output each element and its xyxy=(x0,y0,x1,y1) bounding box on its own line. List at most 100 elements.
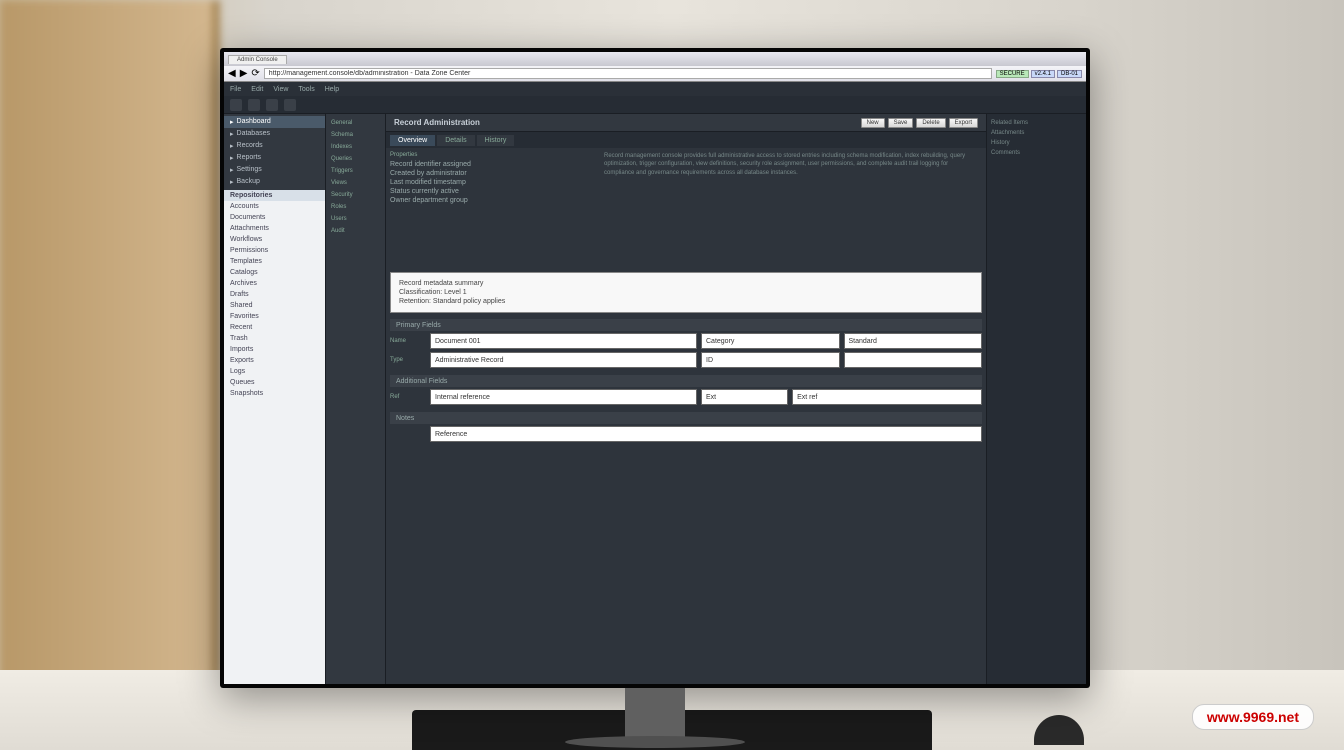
list-item[interactable]: Favorites xyxy=(224,311,325,322)
tab-overview[interactable]: Overview xyxy=(390,135,435,146)
save-button[interactable]: Save xyxy=(888,118,914,128)
app-toolbar xyxy=(224,96,1086,114)
sp-item[interactable]: Views xyxy=(328,178,383,188)
field-input[interactable]: Administrative Record xyxy=(430,352,697,368)
back-icon[interactable]: ◀ xyxy=(228,68,236,79)
list-item[interactable]: Documents xyxy=(224,212,325,223)
list-item[interactable]: Snapshots xyxy=(224,388,325,399)
field-input[interactable]: ID xyxy=(701,352,840,368)
sp-item[interactable]: Security xyxy=(328,190,383,200)
sp-item[interactable]: Audit xyxy=(328,226,383,236)
list-item[interactable]: Catalogs xyxy=(224,267,325,278)
form-row: Reference xyxy=(390,426,982,442)
list-item[interactable]: Exports xyxy=(224,355,325,366)
menu-edit[interactable]: Edit xyxy=(251,86,263,93)
delete-button[interactable]: Delete xyxy=(916,118,945,128)
menu-view[interactable]: View xyxy=(273,86,288,93)
nav-records[interactable]: ▸Records xyxy=(224,140,325,152)
sp-item[interactable]: Schema xyxy=(328,130,383,140)
sp-item[interactable]: General xyxy=(328,118,383,128)
field-input[interactable]: Reference xyxy=(430,426,982,442)
list-item[interactable]: Templates xyxy=(224,256,325,267)
side-panel: General Schema Indexes Queries Triggers … xyxy=(326,114,386,684)
list-item[interactable]: Logs xyxy=(224,366,325,377)
list-item[interactable]: Drafts xyxy=(224,289,325,300)
save-icon[interactable] xyxy=(248,99,260,111)
main-content: Record Administration New Save Delete Ex… xyxy=(386,114,986,684)
content-top: Properties Record identifier assigned Cr… xyxy=(386,148,986,268)
browser-tab[interactable]: Admin Console xyxy=(228,55,287,64)
watermark: www.9969.net xyxy=(1192,704,1314,730)
list-item[interactable]: Imports xyxy=(224,344,325,355)
field-input[interactable]: Standard xyxy=(844,333,983,349)
rp-item[interactable]: Comments xyxy=(991,148,1082,158)
tab-details[interactable]: Details xyxy=(437,135,474,146)
nav-databases[interactable]: ▸Databases xyxy=(224,128,325,140)
list-item[interactable]: Accounts xyxy=(224,201,325,212)
menu-file[interactable]: File xyxy=(230,86,241,93)
rp-item[interactable]: Attachments xyxy=(991,128,1082,138)
url-input[interactable] xyxy=(264,68,992,79)
form-additional: Additional Fields Ref Internal reference… xyxy=(386,373,986,410)
forward-icon[interactable]: ▶ xyxy=(240,68,248,79)
action-buttons: New Save Delete Export xyxy=(861,118,978,128)
browser-addressbar: ◀ ▶ ⟳ SECURE v2.4.1 DB-01 xyxy=(224,66,1086,82)
new-button[interactable]: New xyxy=(861,118,885,128)
prop-line: Last modified timestamp xyxy=(390,178,592,187)
status-chip-db: DB-01 xyxy=(1057,70,1082,78)
field-input[interactable]: Internal reference xyxy=(430,389,697,405)
list-item[interactable]: Shared xyxy=(224,300,325,311)
sp-item[interactable]: Indexes xyxy=(328,142,383,152)
list-item[interactable]: Archives xyxy=(224,278,325,289)
export-button[interactable]: Export xyxy=(949,118,978,128)
sidebar: ▸Dashboard ▸Databases ▸Records ▸Reports … xyxy=(224,114,326,684)
field-input[interactable]: Category xyxy=(701,333,840,349)
summary-line: Retention: Standard policy applies xyxy=(399,297,973,306)
field-input[interactable] xyxy=(844,352,983,368)
rp-item[interactable]: History xyxy=(991,138,1082,148)
monitor-frame: Admin Console ◀ ▶ ⟳ SECURE v2.4.1 DB-01 … xyxy=(220,48,1090,688)
form-primary: Primary Fields Name Document 001 Categor… xyxy=(386,317,986,373)
prop-line: Owner department group xyxy=(390,196,592,205)
list-item[interactable]: Attachments xyxy=(224,223,325,234)
search-icon[interactable] xyxy=(284,99,296,111)
nav-list[interactable]: Accounts Documents Attachments Workflows… xyxy=(224,201,325,684)
sp-item[interactable]: Users xyxy=(328,214,383,224)
list-item[interactable]: Trash xyxy=(224,333,325,344)
form-row: Type Administrative Record ID xyxy=(390,352,982,368)
form-header: Additional Fields xyxy=(390,375,982,387)
field-input[interactable]: Ext ref xyxy=(792,389,982,405)
list-item[interactable]: Permissions xyxy=(224,245,325,256)
field-input[interactable]: Ext xyxy=(701,389,788,405)
rp-item[interactable]: Related Items xyxy=(991,118,1082,128)
description-panel: Record management console provides full … xyxy=(596,148,986,268)
list-item[interactable]: Queues xyxy=(224,377,325,388)
menu-tools[interactable]: Tools xyxy=(298,86,314,93)
field-label: Ref xyxy=(390,389,426,405)
list-item[interactable]: Workflows xyxy=(224,234,325,245)
properties-panel: Properties Record identifier assigned Cr… xyxy=(386,148,596,268)
right-panel: Related Items Attachments History Commen… xyxy=(986,114,1086,684)
prop-line: Record identifier assigned xyxy=(390,160,592,169)
screen: Admin Console ◀ ▶ ⟳ SECURE v2.4.1 DB-01 … xyxy=(224,52,1086,684)
form-row: Name Document 001 Category Standard xyxy=(390,333,982,349)
sp-item[interactable]: Roles xyxy=(328,202,383,212)
reload-icon[interactable]: ⟳ xyxy=(251,68,259,79)
tab-history[interactable]: History xyxy=(477,135,515,146)
nav-reports[interactable]: ▸Reports xyxy=(224,152,325,164)
bookshelf xyxy=(0,0,220,750)
nav-backup[interactable]: ▸Backup xyxy=(224,176,325,188)
field-input[interactable]: Document 001 xyxy=(430,333,697,349)
sp-item[interactable]: Queries xyxy=(328,154,383,164)
nav-dashboard[interactable]: ▸Dashboard xyxy=(224,116,325,128)
form-row: Ref Internal reference Ext Ext ref xyxy=(390,389,982,405)
home-icon[interactable] xyxy=(230,99,242,111)
prop-line: Created by administrator xyxy=(390,169,592,178)
list-item[interactable]: Recent xyxy=(224,322,325,333)
main-tabs: Overview Details History xyxy=(386,132,986,148)
nav-settings[interactable]: ▸Settings xyxy=(224,164,325,176)
print-icon[interactable] xyxy=(266,99,278,111)
sp-item[interactable]: Triggers xyxy=(328,166,383,176)
menu-help[interactable]: Help xyxy=(325,86,339,93)
app-menubar: File Edit View Tools Help xyxy=(224,82,1086,96)
